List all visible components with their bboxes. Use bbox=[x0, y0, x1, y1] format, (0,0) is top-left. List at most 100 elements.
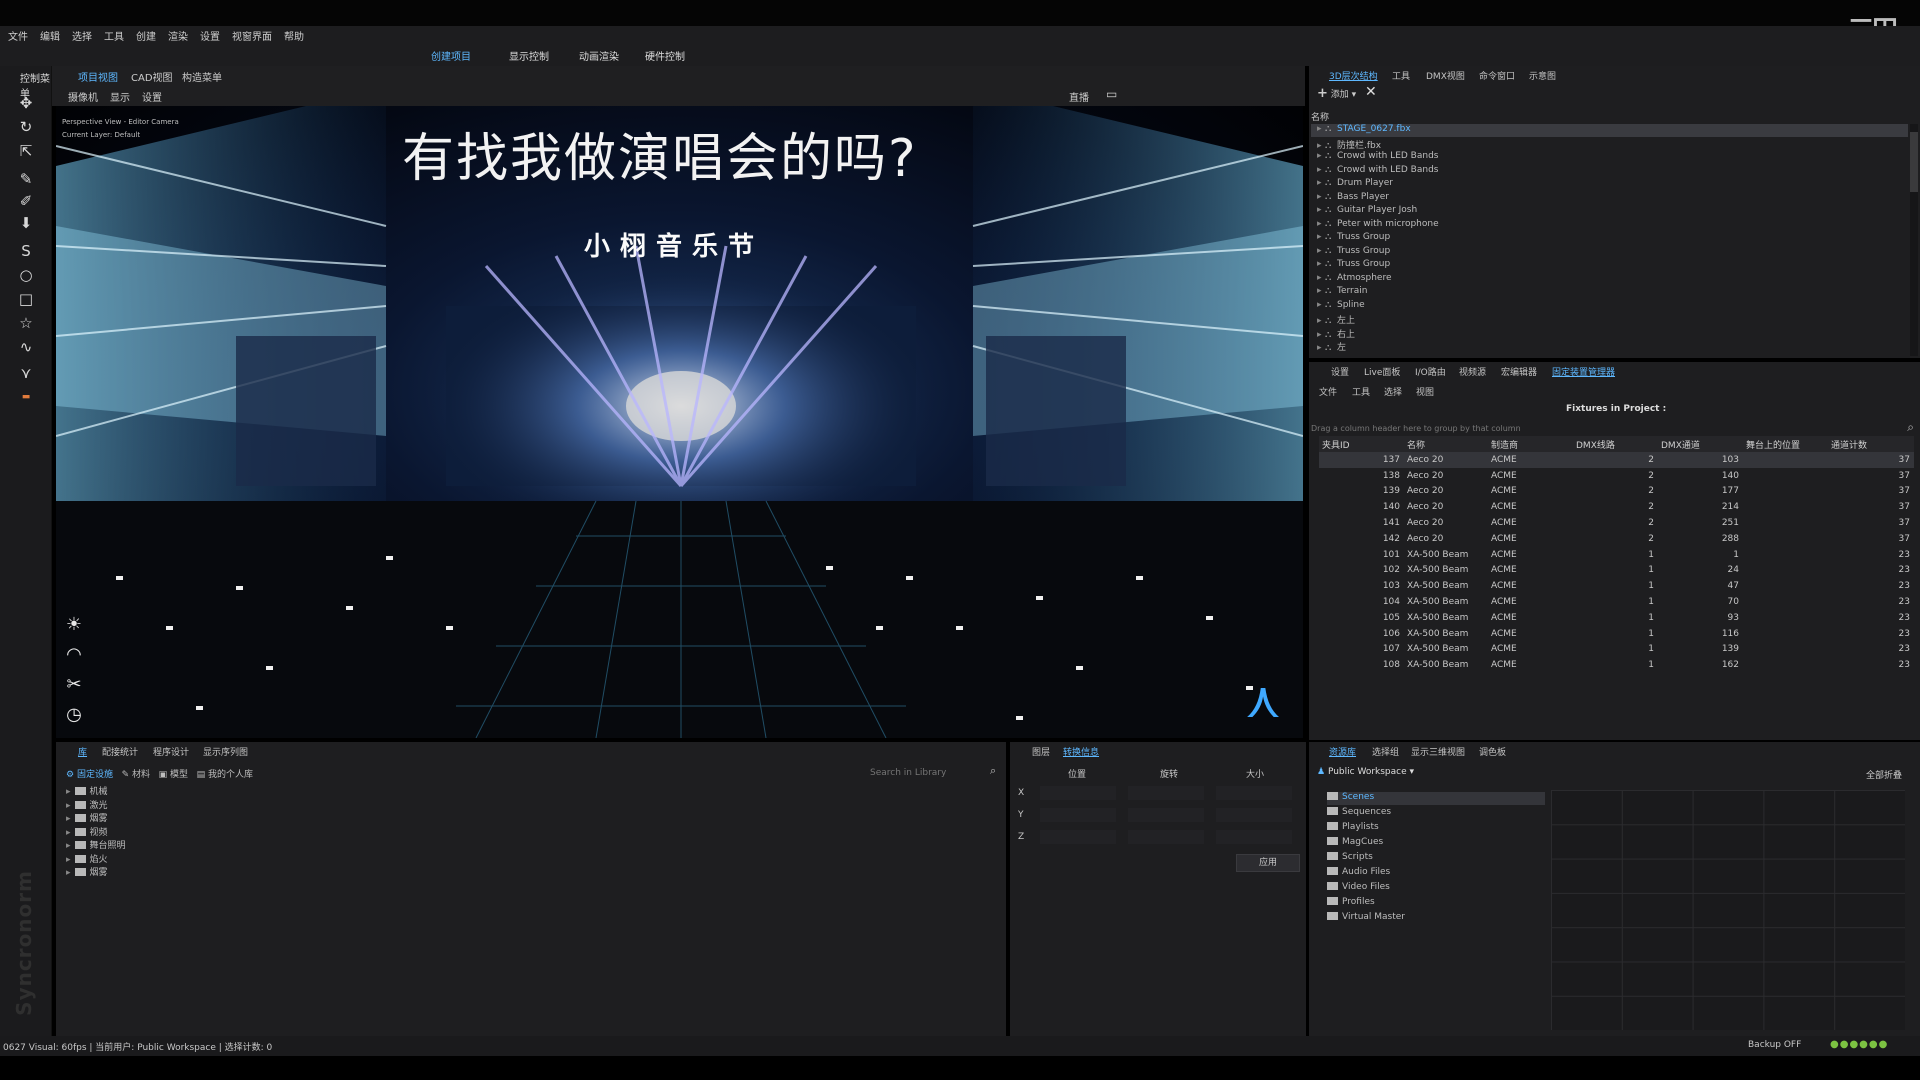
tab-macro-editor[interactable]: 宏编辑器 bbox=[1501, 365, 1537, 378]
filter-materials[interactable]: ✎ 材料 bbox=[122, 770, 150, 780]
tab-live-panel[interactable]: Live面板 bbox=[1364, 365, 1400, 378]
fixture-row[interactable]: 104 XA-500 Beam ACME 1 70 23 bbox=[1319, 594, 1914, 610]
fixture-row[interactable]: 108 XA-500 Beam ACME 1 162 23 bbox=[1319, 657, 1914, 673]
fixture-column-header[interactable]: 制造商 bbox=[1488, 436, 1573, 452]
tab-show-3d[interactable]: 显示三维视图 bbox=[1411, 745, 1465, 758]
expand-arrow-icon[interactable]: ▸ bbox=[1317, 343, 1325, 353]
menu-item-help[interactable]: 帮助 bbox=[284, 28, 304, 43]
position-y-field[interactable] bbox=[1040, 808, 1116, 822]
fixture-row[interactable]: 106 XA-500 Beam ACME 1 116 23 bbox=[1319, 626, 1914, 642]
drop-icon[interactable]: ⬇ bbox=[17, 214, 35, 232]
fixture-row[interactable]: 141 Aeco 20 ACME 2 251 37 bbox=[1319, 515, 1914, 531]
tab-io-routing[interactable]: I/O路由 bbox=[1415, 365, 1446, 378]
filter-models[interactable]: ▣ 模型 bbox=[159, 770, 188, 780]
expand-arrow-icon[interactable]: ▸ bbox=[66, 868, 71, 878]
fixture-column-header[interactable]: DMX线路 bbox=[1573, 436, 1658, 452]
expand-arrow-icon[interactable]: ▸ bbox=[1317, 141, 1325, 151]
library-folder[interactable]: ▸ 烟雾 bbox=[66, 811, 108, 824]
tab-selection-groups[interactable]: 选择组 bbox=[1372, 745, 1399, 758]
fixture-row[interactable]: 142 Aeco 20 ACME 2 288 37 bbox=[1319, 531, 1914, 547]
filter-fixtures[interactable]: ⚙ 固定设施 bbox=[66, 770, 113, 780]
workspace-dropdown[interactable]: ♟ Public Workspace ▾ bbox=[1317, 767, 1414, 777]
scene-scrollbar[interactable] bbox=[1910, 124, 1918, 356]
circle-icon[interactable]: ○ bbox=[17, 266, 35, 284]
tab-schematic[interactable]: 示意图 bbox=[1529, 69, 1556, 82]
tab-show-sequence[interactable]: 显示序列图 bbox=[203, 745, 248, 758]
curve-icon[interactable]: ∿ bbox=[17, 338, 35, 356]
pen-icon[interactable]: ✎ bbox=[17, 170, 35, 188]
scene-tree-item[interactable]: ▸ ⛬ STAGE_0627.fbx bbox=[1311, 124, 1908, 137]
expand-arrow-icon[interactable]: ▸ bbox=[1317, 165, 1325, 175]
library-folder[interactable]: ▸ 激光 bbox=[66, 798, 108, 811]
fixture-column-header[interactable]: 通道计数 bbox=[1828, 436, 1914, 452]
scene-tree-item[interactable]: ▸ ⛬ 右上 bbox=[1317, 327, 1355, 340]
size-y-field[interactable] bbox=[1216, 808, 1292, 822]
expand-arrow-icon[interactable]: ▸ bbox=[1317, 300, 1325, 310]
rotation-y-field[interactable] bbox=[1128, 808, 1204, 822]
apply-button[interactable]: 应用 bbox=[1236, 854, 1300, 872]
menu-item-edit[interactable]: 编辑 bbox=[40, 28, 60, 43]
resource-item[interactable]: Video Files bbox=[1327, 882, 1390, 895]
menu-item-tools[interactable]: 工具 bbox=[104, 28, 124, 43]
expand-arrow-icon[interactable]: ▸ bbox=[66, 814, 71, 824]
scene-tree-item[interactable]: ▸ ⛬ Bass Player bbox=[1317, 192, 1389, 205]
settings-menu[interactable]: 设置 bbox=[142, 89, 162, 104]
tab-program-design[interactable]: 程序设计 bbox=[153, 745, 189, 758]
rectangle-icon[interactable]: □ bbox=[17, 290, 35, 308]
scene-tree-item[interactable]: ▸ ⛬ 防撞栏.fbx bbox=[1317, 138, 1381, 151]
fixture-menu-tools[interactable]: 工具 bbox=[1352, 385, 1370, 398]
path-icon[interactable]: ⋎ bbox=[17, 364, 35, 382]
fixture-row[interactable]: 107 XA-500 Beam ACME 1 139 23 bbox=[1319, 642, 1914, 658]
expand-arrow-icon[interactable]: ▸ bbox=[1317, 192, 1325, 202]
expand-arrow-icon[interactable]: ▸ bbox=[1317, 286, 1325, 296]
scene-tree-item[interactable]: ▸ ⛬ Truss Group bbox=[1317, 259, 1390, 272]
display-menu[interactable]: 显示 bbox=[110, 89, 130, 104]
scene-tree-item[interactable]: ▸ ⛬ Truss Group bbox=[1317, 246, 1390, 259]
scene-tree-item[interactable]: ▸ ⛬ Crowd with LED Bands bbox=[1317, 165, 1438, 178]
scene-scrollbar-thumb[interactable] bbox=[1910, 132, 1918, 192]
resource-item[interactable]: Audio Files bbox=[1327, 867, 1390, 880]
resource-item[interactable]: Profiles bbox=[1327, 897, 1375, 910]
expand-arrow-icon[interactable]: ▸ bbox=[1317, 205, 1325, 215]
tab-cad-view[interactable]: CAD视图 bbox=[131, 69, 173, 84]
resource-item[interactable]: Scenes bbox=[1327, 792, 1545, 805]
fixture-row[interactable]: 103 XA-500 Beam ACME 1 47 23 bbox=[1319, 578, 1914, 594]
tab-resource-library[interactable]: 资源库 bbox=[1329, 745, 1356, 758]
resource-item[interactable]: Virtual Master bbox=[1327, 912, 1405, 925]
delete-icon[interactable]: ✕ bbox=[1365, 84, 1377, 100]
scene-tree-item[interactable]: ▸ ⛬ 左 bbox=[1317, 340, 1346, 353]
tab-command-window[interactable]: 命令窗口 bbox=[1479, 69, 1515, 82]
filter-personal[interactable]: ▤ 我的个人库 bbox=[197, 770, 253, 780]
fixture-column-header[interactable]: 夹具ID bbox=[1319, 436, 1404, 452]
axis-gizmo-icon[interactable]: ⋏ bbox=[1237, 672, 1289, 728]
scene-tree-item[interactable]: ▸ ⛬ Guitar Player Josh bbox=[1317, 205, 1417, 218]
fixture-menu-file[interactable]: 文件 bbox=[1319, 385, 1337, 398]
tab-layers[interactable]: 图层 bbox=[1032, 745, 1050, 758]
tab-dmx-view[interactable]: DMX视图 bbox=[1426, 69, 1465, 82]
live-button[interactable]: 直播 bbox=[1069, 89, 1089, 104]
search-icon[interactable]: ⌕ bbox=[1907, 420, 1914, 435]
library-folder[interactable]: ▸ 机械 bbox=[66, 784, 108, 797]
gauge-icon[interactable]: ◠ bbox=[63, 644, 85, 666]
resource-item[interactable]: Sequences bbox=[1327, 807, 1391, 820]
tab-library[interactable]: 库 bbox=[78, 745, 87, 758]
tab-tools[interactable]: 工具 bbox=[1392, 69, 1410, 82]
library-search-icon[interactable]: ⌕ bbox=[990, 764, 996, 778]
tab-hardware-control[interactable]: 硬件控制 bbox=[639, 48, 691, 66]
scene-tree-item[interactable]: ▸ ⛬ Drum Player bbox=[1317, 178, 1393, 191]
expand-arrow-icon[interactable]: ▸ bbox=[66, 801, 71, 811]
tab-palette[interactable]: 调色板 bbox=[1479, 745, 1506, 758]
fixture-row[interactable]: 140 Aeco 20 ACME 2 214 37 bbox=[1319, 499, 1914, 515]
expand-arrow-icon[interactable]: ▸ bbox=[1317, 232, 1325, 242]
library-folder[interactable]: ▸ 烟雾 bbox=[66, 865, 108, 878]
fixture-row[interactable]: 138 Aeco 20 ACME 2 140 37 bbox=[1319, 468, 1914, 484]
tab-project-view[interactable]: 项目视图 bbox=[78, 69, 118, 84]
spline-icon[interactable]: S bbox=[17, 242, 35, 260]
menu-item-select[interactable]: 选择 bbox=[72, 28, 92, 43]
fixture-menu-view[interactable]: 视图 bbox=[1416, 385, 1434, 398]
tab-create-project[interactable]: 创建项目 bbox=[425, 48, 477, 68]
scale-icon[interactable]: ⇱ bbox=[17, 142, 35, 160]
tab-transform-info[interactable]: 转换信息 bbox=[1063, 745, 1099, 758]
expand-arrow-icon[interactable]: ▸ bbox=[1317, 259, 1325, 269]
position-x-field[interactable] bbox=[1040, 786, 1116, 800]
